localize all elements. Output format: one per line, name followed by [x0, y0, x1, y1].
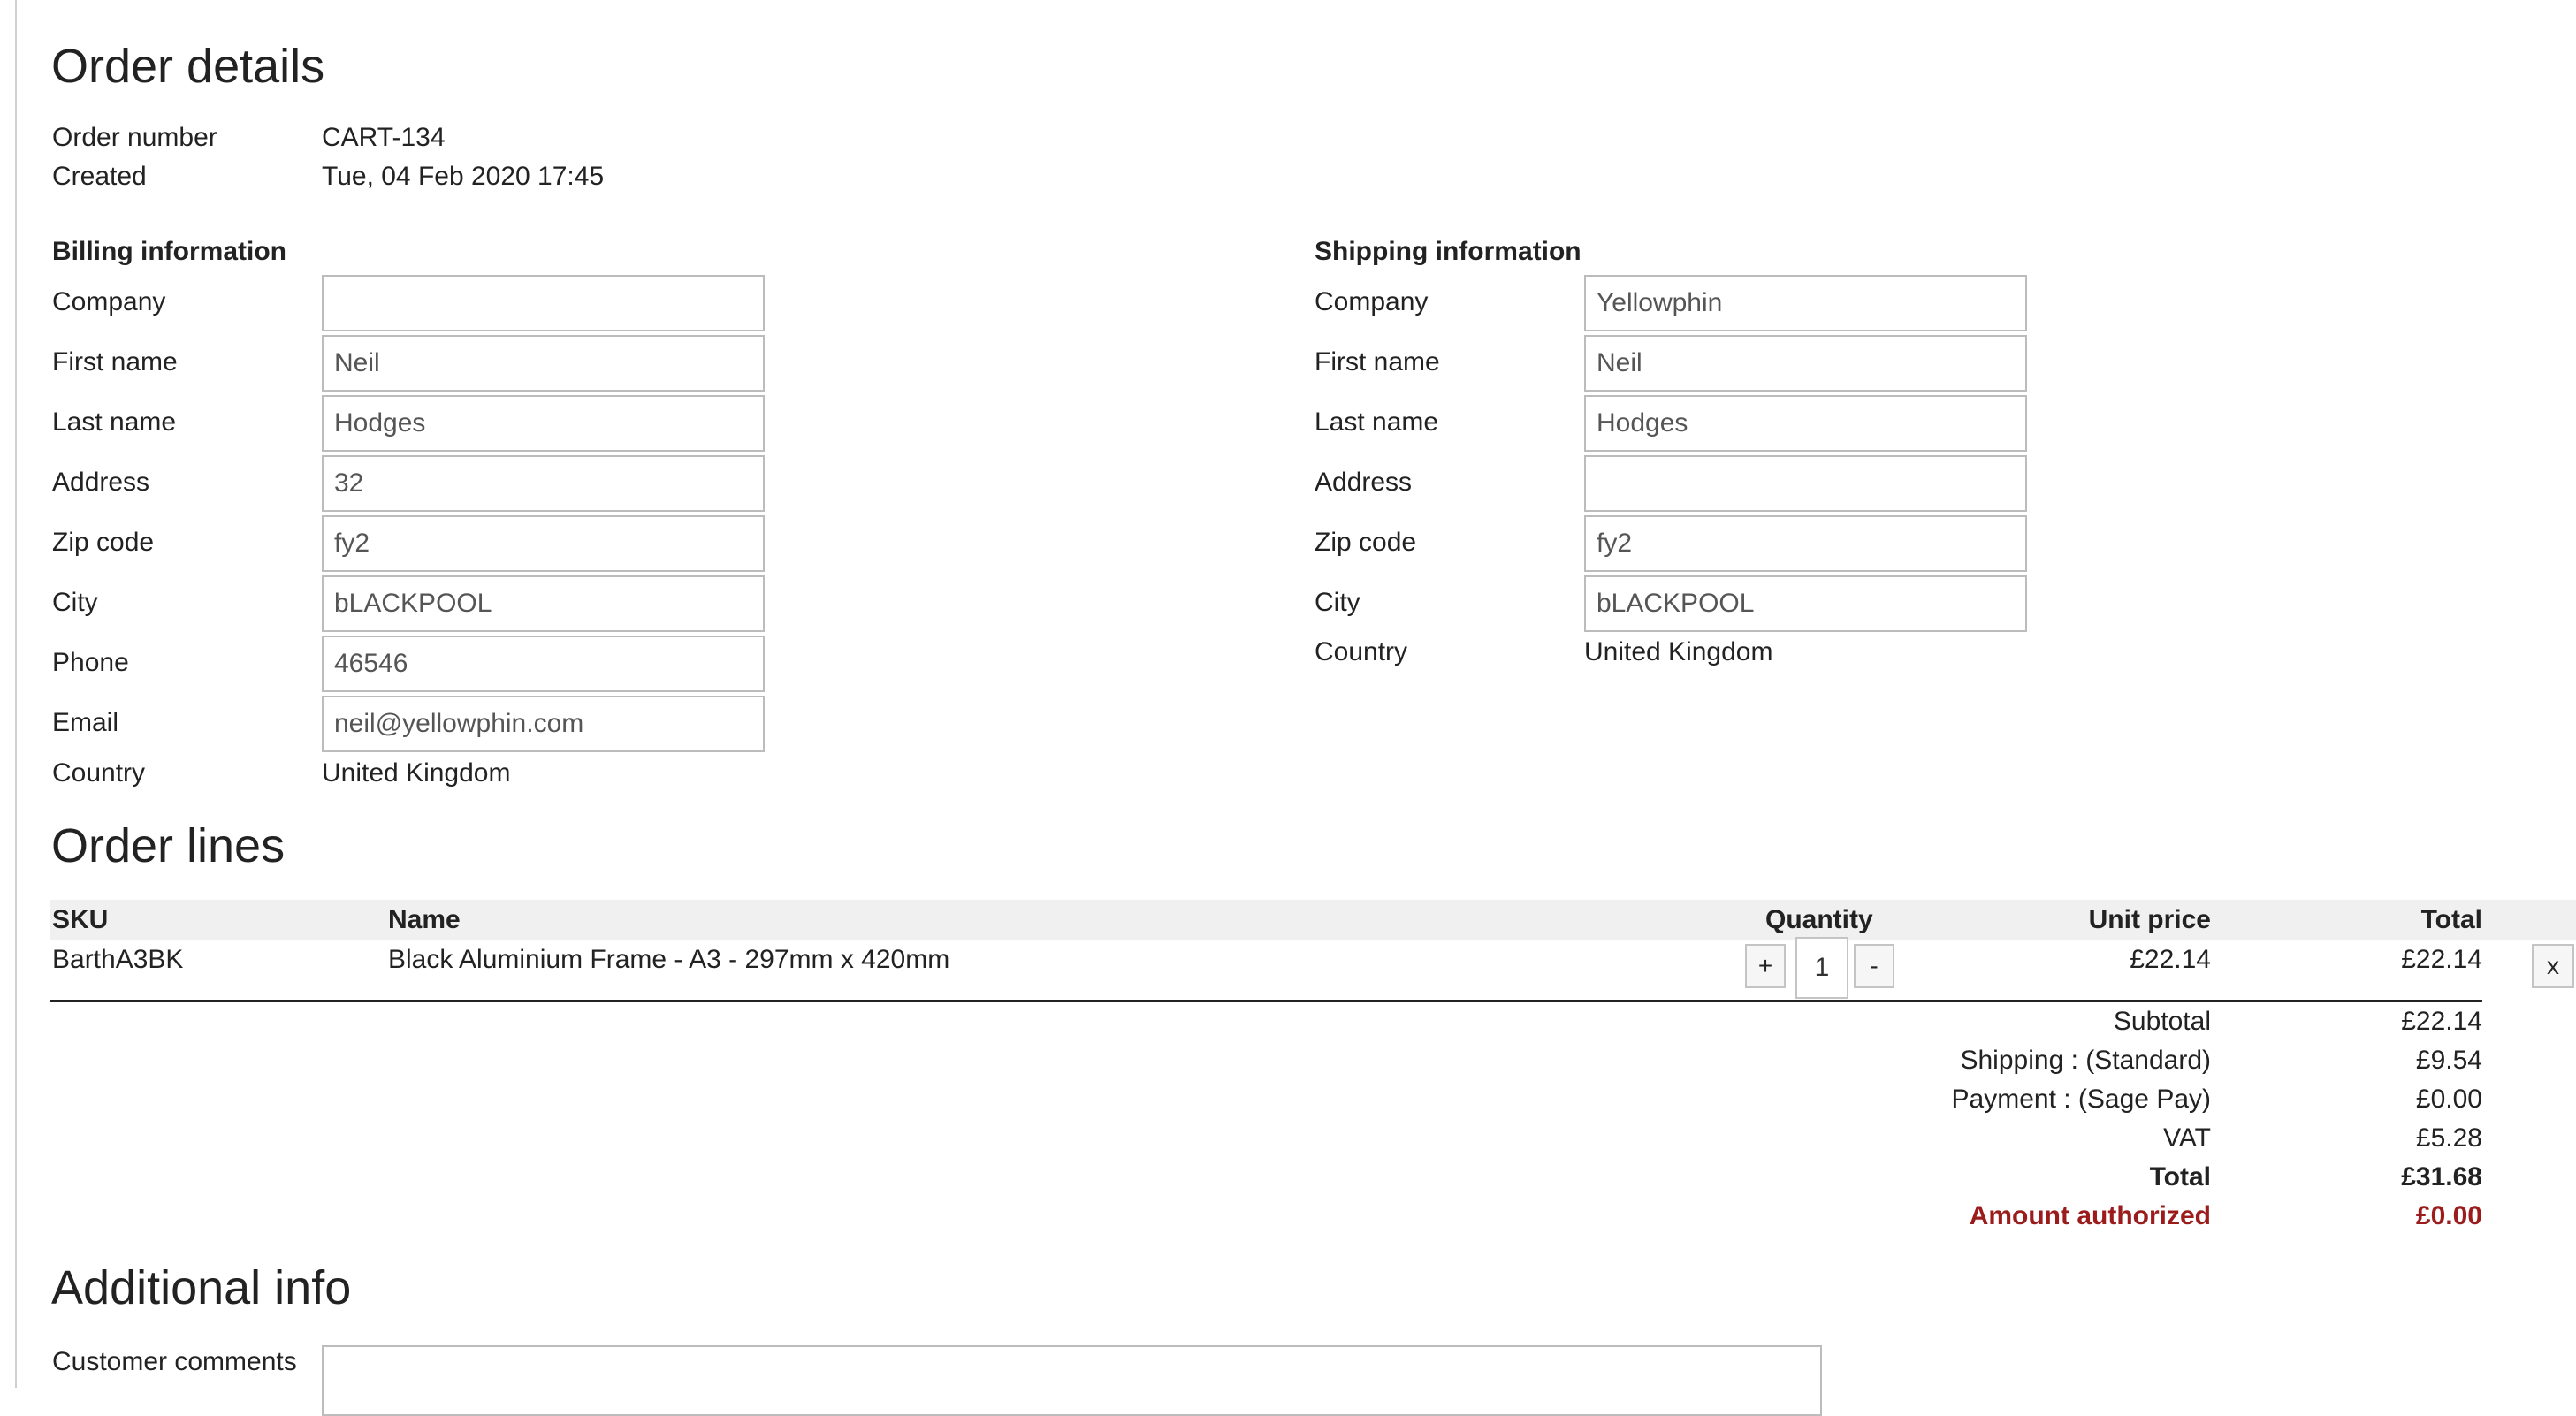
created-label: Created — [52, 162, 147, 191]
left-border — [15, 0, 17, 1388]
billing-first-name-input[interactable] — [322, 335, 765, 392]
billing-email-label: Email — [52, 708, 119, 737]
billing-zip-label: Zip code — [52, 528, 155, 557]
shipping-zip-label: Zip code — [1315, 528, 1417, 557]
vat-label: VAT — [2163, 1123, 2211, 1153]
shipping-company-label: Company — [1315, 287, 1429, 316]
shipping-country-value: United Kingdom — [1584, 637, 1773, 666]
customer-comments-label: Customer comments — [52, 1347, 297, 1376]
row-unit-price: £22.14 — [2130, 945, 2211, 974]
shipping-address-input[interactable] — [1584, 455, 2027, 512]
vat-value: £5.28 — [2415, 1123, 2482, 1153]
billing-last-name-label: Last name — [52, 407, 177, 437]
shipping-city-label: City — [1315, 588, 1360, 617]
order-details-title: Order details — [51, 40, 325, 93]
shipping-address-label: Address — [1315, 468, 1413, 497]
shipping-company-input[interactable] — [1584, 275, 2027, 331]
subtotal-label: Subtotal — [2113, 1007, 2211, 1036]
amount-authorized-value: £0.00 — [2415, 1201, 2482, 1230]
billing-zip-input[interactable] — [322, 515, 765, 572]
additional-info-title: Additional info — [51, 1261, 352, 1314]
quantity-increment-button[interactable]: + — [1745, 944, 1786, 988]
column-name: Name — [388, 905, 461, 934]
grand-total-value: £31.68 — [2401, 1162, 2482, 1191]
quantity-input[interactable] — [1795, 937, 1848, 999]
column-unit-price: Unit price — [2088, 905, 2211, 934]
grand-total-label: Total — [2149, 1162, 2211, 1191]
shipping-city-input[interactable] — [1584, 575, 2027, 632]
remove-line-button[interactable]: x — [2532, 944, 2574, 988]
column-sku: SKU — [52, 905, 109, 934]
billing-city-label: City — [52, 588, 98, 617]
billing-email-input[interactable] — [322, 696, 765, 752]
order-lines-title: Order lines — [51, 819, 286, 872]
billing-title: Billing information — [52, 237, 286, 266]
billing-phone-input[interactable] — [322, 636, 765, 692]
column-quantity: Quantity — [1765, 905, 1873, 934]
shipping-cost-value: £9.54 — [2415, 1046, 2482, 1075]
amount-authorized-label: Amount authorized — [1969, 1201, 2211, 1230]
shipping-zip-input[interactable] — [1584, 515, 2027, 572]
billing-company-input[interactable] — [322, 275, 765, 331]
billing-company-label: Company — [52, 287, 166, 316]
shipping-cost-label: Shipping : (Standard) — [1960, 1046, 2211, 1075]
quantity-decrement-button[interactable]: - — [1854, 944, 1894, 988]
shipping-last-name-label: Last name — [1315, 407, 1439, 437]
shipping-title: Shipping information — [1315, 237, 1581, 266]
customer-comments-input[interactable] — [322, 1345, 1822, 1416]
billing-phone-label: Phone — [52, 648, 129, 677]
order-number-label: Order number — [52, 123, 217, 152]
shipping-first-name-label: First name — [1315, 347, 1440, 377]
row-sku: BarthA3BK — [52, 945, 184, 974]
payment-cost-value: £0.00 — [2415, 1085, 2482, 1114]
row-name: Black Aluminium Frame - A3 - 297mm x 420… — [388, 945, 950, 974]
shipping-first-name-input[interactable] — [1584, 335, 2027, 392]
payment-cost-label: Payment : (Sage Pay) — [1951, 1085, 2211, 1114]
column-total: Total — [2420, 905, 2482, 934]
totals-divider — [50, 1000, 2482, 1002]
billing-address-input[interactable] — [322, 455, 765, 512]
billing-first-name-label: First name — [52, 347, 178, 377]
billing-last-name-input[interactable] — [322, 395, 765, 452]
row-total: £22.14 — [2401, 945, 2482, 974]
created-value: Tue, 04 Feb 2020 17:45 — [322, 162, 605, 191]
order-number-value: CART-134 — [322, 123, 446, 152]
billing-country-label: Country — [52, 758, 146, 788]
billing-country-value: United Kingdom — [322, 758, 511, 788]
shipping-last-name-input[interactable] — [1584, 395, 2027, 452]
billing-city-input[interactable] — [322, 575, 765, 632]
subtotal-value: £22.14 — [2401, 1007, 2482, 1036]
shipping-country-label: Country — [1315, 637, 1408, 666]
billing-address-label: Address — [52, 468, 150, 497]
